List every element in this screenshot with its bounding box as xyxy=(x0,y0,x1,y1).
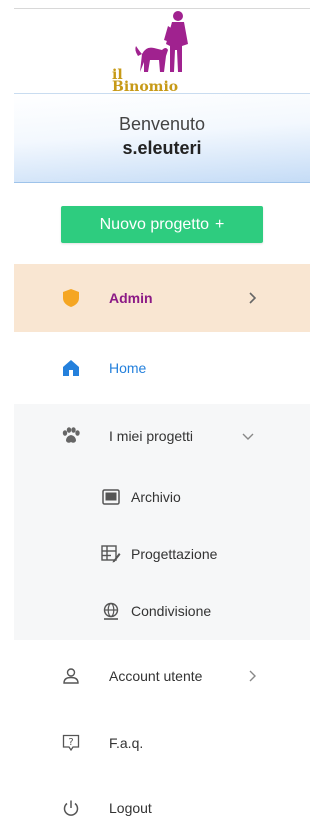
power-icon xyxy=(61,798,81,818)
new-project-button[interactable]: Nuovo progetto + xyxy=(61,206,263,243)
shield-icon xyxy=(61,288,81,308)
chevron-down-icon xyxy=(242,430,254,442)
archive-icon xyxy=(101,487,121,507)
logo-text-binomio: Binomio xyxy=(112,79,179,95)
submenu-item-archivio-label: Archivio xyxy=(131,489,181,505)
globe-share-icon xyxy=(101,601,121,621)
menu-item-logout-label: Logout xyxy=(109,800,152,816)
sidebar: il Binomio Benvenuto s.eleuteri Nuovo pr… xyxy=(0,0,310,839)
menu-item-logout[interactable]: Logout xyxy=(14,776,310,839)
user-icon xyxy=(61,666,81,686)
menu-item-account-label: Account utente xyxy=(109,668,203,684)
help-icon: ? xyxy=(61,733,81,753)
top-divider xyxy=(14,8,310,9)
submenu-item-progettazione-label: Progettazione xyxy=(131,546,218,562)
submenu-item-condivisione-label: Condivisione xyxy=(131,603,212,619)
design-icon xyxy=(101,544,121,564)
menu-item-projects-label: I miei progetti xyxy=(109,428,194,444)
menu-item-admin-label: Admin xyxy=(109,290,153,306)
chevron-right-icon xyxy=(246,670,258,682)
plus-icon: + xyxy=(215,216,225,233)
menu-item-faq[interactable]: ? F.a.q. xyxy=(14,711,310,775)
chevron-right-icon xyxy=(246,292,258,304)
menu-item-home[interactable]: Home xyxy=(14,336,310,400)
app-logo[interactable]: il Binomio xyxy=(112,10,200,95)
submenu-item-archivio[interactable]: Archivio xyxy=(14,473,310,521)
menu-item-home-label: Home xyxy=(109,360,147,376)
menu-item-projects[interactable]: I miei progetti xyxy=(14,404,310,468)
paw-icon xyxy=(61,426,81,446)
welcome-username: s.eleuteri xyxy=(122,138,202,158)
submenu-item-condivisione[interactable]: Condivisione xyxy=(14,587,310,635)
svg-text:?: ? xyxy=(68,737,73,748)
logo-figure-icon xyxy=(135,11,188,72)
submenu-item-progettazione[interactable]: Progettazione xyxy=(14,530,310,578)
home-icon xyxy=(61,358,81,378)
menu-item-admin[interactable]: Admin xyxy=(14,264,310,332)
new-project-label: Nuovo progetto xyxy=(99,216,210,233)
welcome-panel: Benvenuto s.eleuteri xyxy=(14,93,310,183)
menu-item-account[interactable]: Account utente xyxy=(14,644,310,708)
welcome-greeting: Benvenuto xyxy=(118,114,206,134)
menu-item-faq-label: F.a.q. xyxy=(109,735,144,751)
